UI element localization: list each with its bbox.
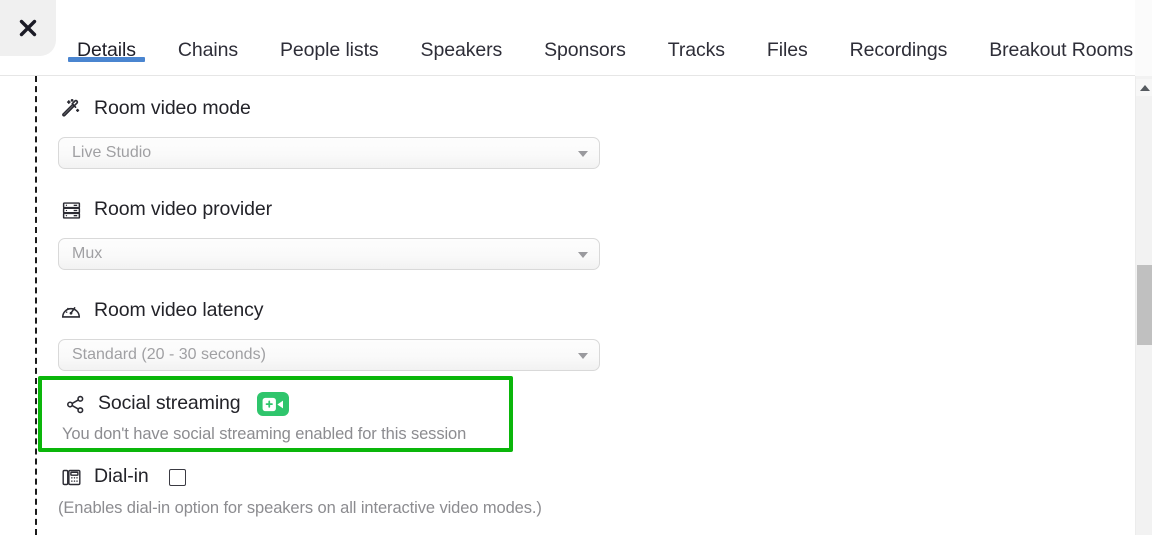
tab-chains[interactable]: Chains (157, 0, 259, 76)
field-dial-in: Dial-in (Enables dial-in option for spea… (58, 462, 678, 517)
dashed-guide-line (35, 76, 37, 535)
share-nodes-icon (62, 391, 88, 417)
field-room-video-latency-header: Room video latency (58, 294, 658, 328)
field-room-video-provider-header: Room video provider (58, 193, 658, 227)
room-video-latency-value: Standard (20 - 30 seconds) (72, 347, 266, 363)
vertical-scrollbar[interactable] (1135, 76, 1152, 535)
tab-details[interactable]: Details (56, 0, 157, 76)
server-rack-icon (58, 197, 84, 223)
tab-files[interactable]: Files (746, 0, 829, 76)
chevron-up-icon (1139, 84, 1150, 91)
social-streaming-description: You don't have social streaming enabled … (62, 425, 467, 443)
dial-in-description: (Enables dial-in option for speakers on … (58, 499, 542, 517)
scroll-up-button[interactable] (1136, 79, 1152, 96)
field-room-video-mode-label: Room video mode (94, 97, 251, 120)
field-dial-in-header: Dial-in (58, 462, 678, 492)
field-social-streaming-header: Social streaming (62, 389, 466, 419)
room-video-provider-select[interactable]: Mux (58, 238, 600, 270)
field-dial-in-label: Dial-in (94, 465, 149, 488)
field-social-streaming: Social streaming You don't have social s… (62, 389, 466, 443)
tab-breakout-rooms[interactable]: Breakout Rooms (968, 0, 1152, 76)
field-social-streaming-label: Social streaming (98, 392, 241, 415)
close-x-icon (17, 17, 39, 39)
tab-speakers[interactable]: Speakers (400, 0, 524, 76)
chevron-down-icon (578, 151, 588, 157)
tab-bar: Details Chains People lists Speakers Spo… (56, 0, 1152, 76)
room-video-mode-value: Live Studio (72, 145, 152, 161)
room-video-latency-select[interactable]: Standard (20 - 30 seconds) (58, 339, 600, 371)
desk-phone-icon (58, 464, 84, 490)
add-video-icon[interactable] (256, 392, 289, 416)
tab-tracks[interactable]: Tracks (647, 0, 746, 76)
social-streaming-highlight: Social streaming You don't have social s… (38, 376, 513, 452)
field-room-video-provider: Room video provider Mux (58, 193, 658, 270)
top-bar-right-spacer (1135, 0, 1152, 76)
room-video-provider-value: Mux (72, 246, 103, 262)
chevron-down-icon (578, 353, 588, 359)
field-room-video-provider-label: Room video provider (94, 198, 273, 221)
tab-recordings[interactable]: Recordings (829, 0, 969, 76)
room-video-mode-select[interactable]: Live Studio (58, 137, 600, 169)
scrollbar-thumb[interactable] (1137, 265, 1152, 345)
settings-form: Room video mode Live Studio Room video p… (38, 76, 658, 452)
top-bar: Details Chains People lists Speakers Spo… (0, 0, 1152, 76)
tab-people-lists[interactable]: People lists (259, 0, 400, 76)
field-room-video-mode-header: Room video mode (58, 92, 658, 126)
settings-scroll-area: Room video mode Live Studio Room video p… (0, 76, 1152, 535)
magic-wand-icon (58, 96, 84, 122)
close-button[interactable] (0, 0, 56, 56)
tab-sponsors[interactable]: Sponsors (523, 0, 647, 76)
field-room-video-latency: Room video latency Standard (20 - 30 sec… (58, 294, 658, 371)
field-room-video-mode: Room video mode Live Studio (58, 92, 658, 169)
session-details-panel: Details Chains People lists Speakers Spo… (0, 0, 1152, 535)
field-room-video-latency-label: Room video latency (94, 299, 264, 322)
dial-in-checkbox[interactable] (168, 468, 186, 486)
gauge-icon (58, 298, 84, 324)
chevron-down-icon (578, 252, 588, 258)
